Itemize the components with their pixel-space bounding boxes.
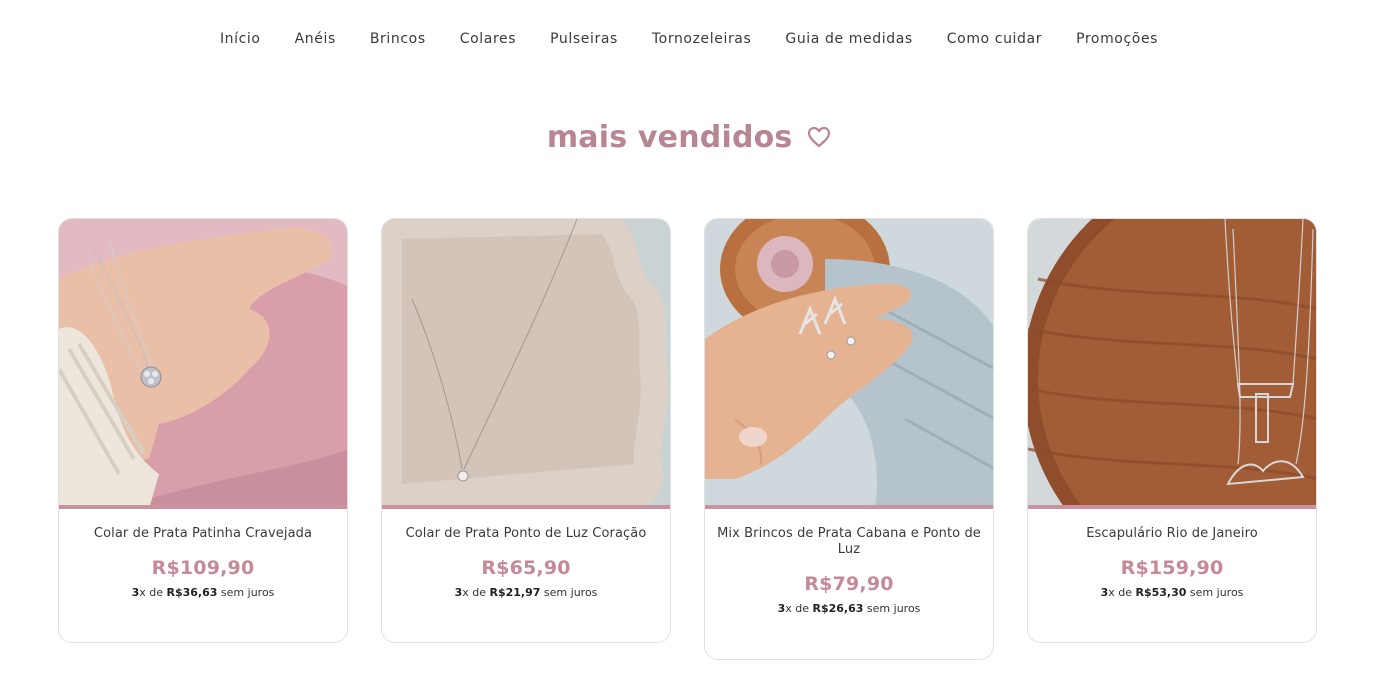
product-price: R$109,90 (151, 557, 255, 579)
installment-value: R$26,63 (812, 602, 864, 615)
installment-of: x de (462, 586, 486, 599)
installment-of: x de (139, 586, 163, 599)
product-name[interactable]: Colar de Prata Patinha Cravejada (71, 526, 335, 542)
nav-item-guia-de-medidas[interactable]: Guia de medidas (785, 30, 912, 48)
product-image[interactable] (705, 219, 993, 509)
installment-suffix: sem juros (220, 586, 275, 599)
nav-item-promocoes[interactable]: Promoções (1076, 30, 1158, 48)
main-nav: Início Anéis Brincos Colares Pulseiras T… (0, 0, 1378, 78)
product-price: R$159,90 (1120, 557, 1224, 579)
nav-item-inicio[interactable]: Início (220, 30, 261, 48)
product-image[interactable] (1028, 219, 1316, 509)
installment-value: R$21,97 (489, 586, 541, 599)
installment-suffix: sem juros (866, 602, 921, 615)
product-price: R$65,90 (481, 557, 571, 579)
product-card[interactable]: Colar de Prata Patinha Cravejada R$109,9… (58, 218, 348, 643)
nav-item-colares[interactable]: Colares (460, 30, 516, 48)
installment-of: x de (1108, 586, 1132, 599)
installment-suffix: sem juros (1189, 586, 1244, 599)
nav-item-brincos[interactable]: Brincos (370, 30, 426, 48)
section-title: mais vendidos (0, 120, 1378, 155)
product-card[interactable]: Colar de Prata Ponto de Luz Coração R$65… (381, 218, 671, 643)
installment-value: R$36,63 (166, 586, 218, 599)
product-name[interactable]: Mix Brincos de Prata Cabana e Ponto de L… (717, 526, 981, 558)
product-card[interactable]: Escapulário Rio de Janeiro R$159,90 3x d… (1027, 218, 1317, 643)
product-image[interactable] (382, 219, 670, 509)
installments: 3x de R$36,63 sem juros (71, 586, 335, 600)
heart-outline-icon (808, 126, 831, 148)
nav-item-como-cuidar[interactable]: Como cuidar (947, 30, 1042, 48)
product-image[interactable] (59, 219, 347, 509)
nav-item-aneis[interactable]: Anéis (295, 30, 336, 48)
product-price: R$79,90 (804, 573, 894, 595)
installments: 3x de R$26,63 sem juros (717, 602, 981, 616)
installment-suffix: sem juros (543, 586, 598, 599)
nav-item-tornozeleiras[interactable]: Tornozeleiras (652, 30, 751, 48)
product-name[interactable]: Colar de Prata Ponto de Luz Coração (394, 526, 658, 542)
product-card[interactable]: Mix Brincos de Prata Cabana e Ponto de L… (704, 218, 994, 660)
section-title-text: mais vendidos (546, 120, 793, 155)
installments: 3x de R$53,30 sem juros (1040, 586, 1304, 600)
nav-item-pulseiras[interactable]: Pulseiras (550, 30, 618, 48)
installment-of: x de (785, 602, 809, 615)
product-name[interactable]: Escapulário Rio de Janeiro (1040, 526, 1304, 542)
installments: 3x de R$21,97 sem juros (394, 586, 658, 600)
installment-value: R$53,30 (1135, 586, 1187, 599)
